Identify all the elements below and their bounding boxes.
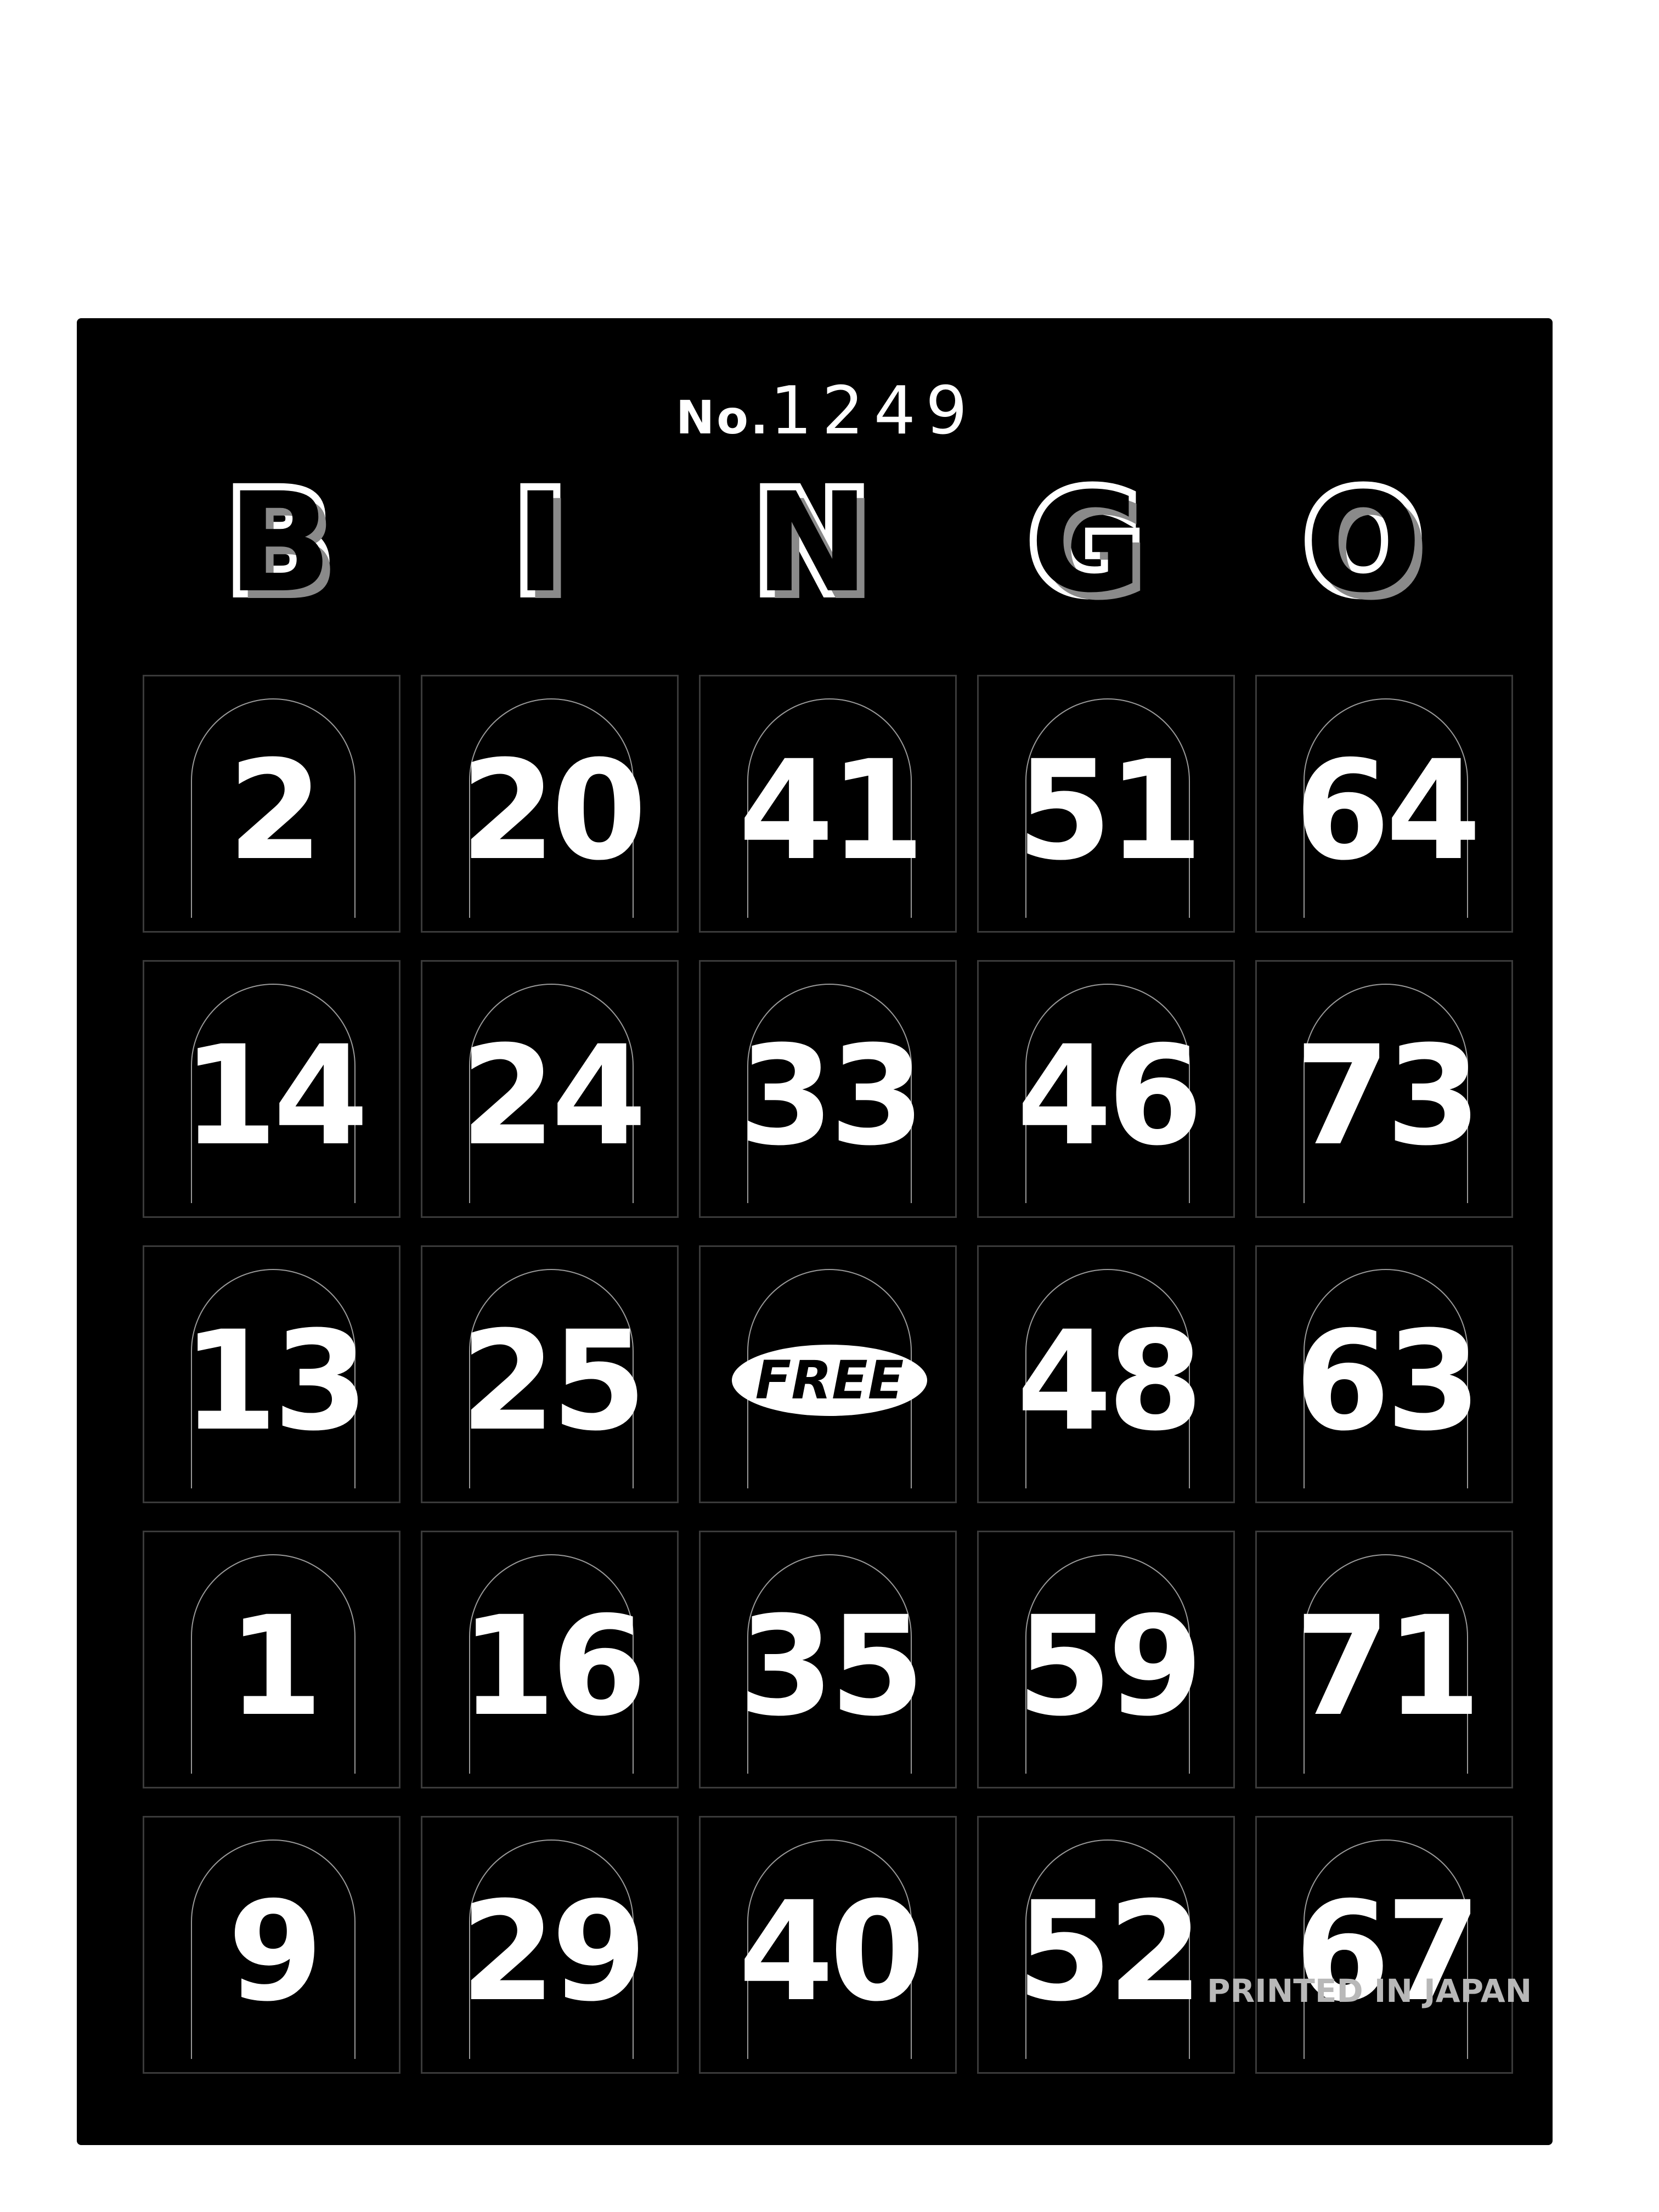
cell-number: 35 <box>738 1587 925 1746</box>
cell-number: 59 <box>1017 1587 1203 1746</box>
printed-in-japan-label: PRINTED IN JAPAN <box>1207 1972 1532 2010</box>
cell-number: 71 <box>1295 1587 1481 1746</box>
bingo-cell[interactable]: 41 <box>699 675 957 933</box>
cell-number: 73 <box>1295 1016 1481 1176</box>
bingo-cell[interactable]: 40 <box>699 1816 957 2074</box>
free-space-label: FREE <box>732 1345 927 1416</box>
bingo-cell[interactable]: 71 <box>1255 1531 1513 1788</box>
bingo-grid: 2 20 41 51 64 14 24 33 46 73 13 25 FREE … <box>143 675 1514 2090</box>
serial-label: No. <box>676 391 770 444</box>
cell-number: 1 <box>228 1587 323 1746</box>
bingo-cell[interactable]: 20 <box>421 675 679 933</box>
bingo-cell[interactable]: 1 <box>143 1531 400 1788</box>
cell-number: 40 <box>738 1872 925 2032</box>
cell-number: 14 <box>182 1016 369 1176</box>
bingo-cell[interactable]: 48 <box>977 1245 1235 1503</box>
bingo-cell[interactable]: 9 <box>143 1816 400 2074</box>
bingo-cell[interactable]: 25 <box>421 1245 679 1503</box>
cell-number: 24 <box>460 1016 647 1176</box>
cell-number: 51 <box>1017 731 1203 890</box>
cell-number: 46 <box>1017 1016 1203 1176</box>
bingo-cell[interactable]: 16 <box>421 1531 679 1788</box>
cell-number: 63 <box>1295 1301 1481 1461</box>
bingo-cell[interactable]: 64 <box>1255 675 1513 933</box>
serial-value: 1249 <box>770 373 978 449</box>
bingo-cell[interactable]: 51 <box>977 675 1235 933</box>
bingo-cell[interactable]: 59 <box>977 1531 1235 1788</box>
bingo-cell[interactable]: 67 <box>1255 1816 1513 2074</box>
bingo-cell[interactable]: 14 <box>143 960 400 1218</box>
bingo-cell[interactable]: 24 <box>421 960 679 1218</box>
cell-number: 16 <box>460 1587 647 1746</box>
cell-number: 20 <box>460 731 647 890</box>
cell-number: 2 <box>228 731 323 890</box>
bingo-cell[interactable]: 13 <box>143 1245 400 1503</box>
cell-number: 29 <box>460 1872 647 2032</box>
bingo-cell[interactable]: 35 <box>699 1531 957 1788</box>
bingo-cell[interactable]: 33 <box>699 960 957 1218</box>
cell-number: 9 <box>228 1872 323 2032</box>
cell-number: 33 <box>738 1016 925 1176</box>
bingo-cell[interactable]: 29 <box>421 1816 679 2074</box>
bingo-cell[interactable]: 73 <box>1255 960 1513 1218</box>
cell-number: 48 <box>1017 1301 1203 1461</box>
cell-number: 52 <box>1017 1872 1203 2032</box>
bingo-cell[interactable]: 2 <box>143 675 400 933</box>
bingo-cell[interactable]: 63 <box>1255 1245 1513 1503</box>
cell-number: 41 <box>738 731 925 890</box>
cell-number: 25 <box>460 1301 647 1461</box>
bingo-cell[interactable]: 46 <box>977 960 1235 1218</box>
free-space-cell[interactable]: FREE <box>699 1245 957 1503</box>
cell-number: 13 <box>182 1301 369 1461</box>
bingo-cell[interactable]: 52 <box>977 1816 1235 2074</box>
card-serial-number: No.1249 <box>676 379 977 444</box>
cell-number: 64 <box>1295 731 1481 890</box>
